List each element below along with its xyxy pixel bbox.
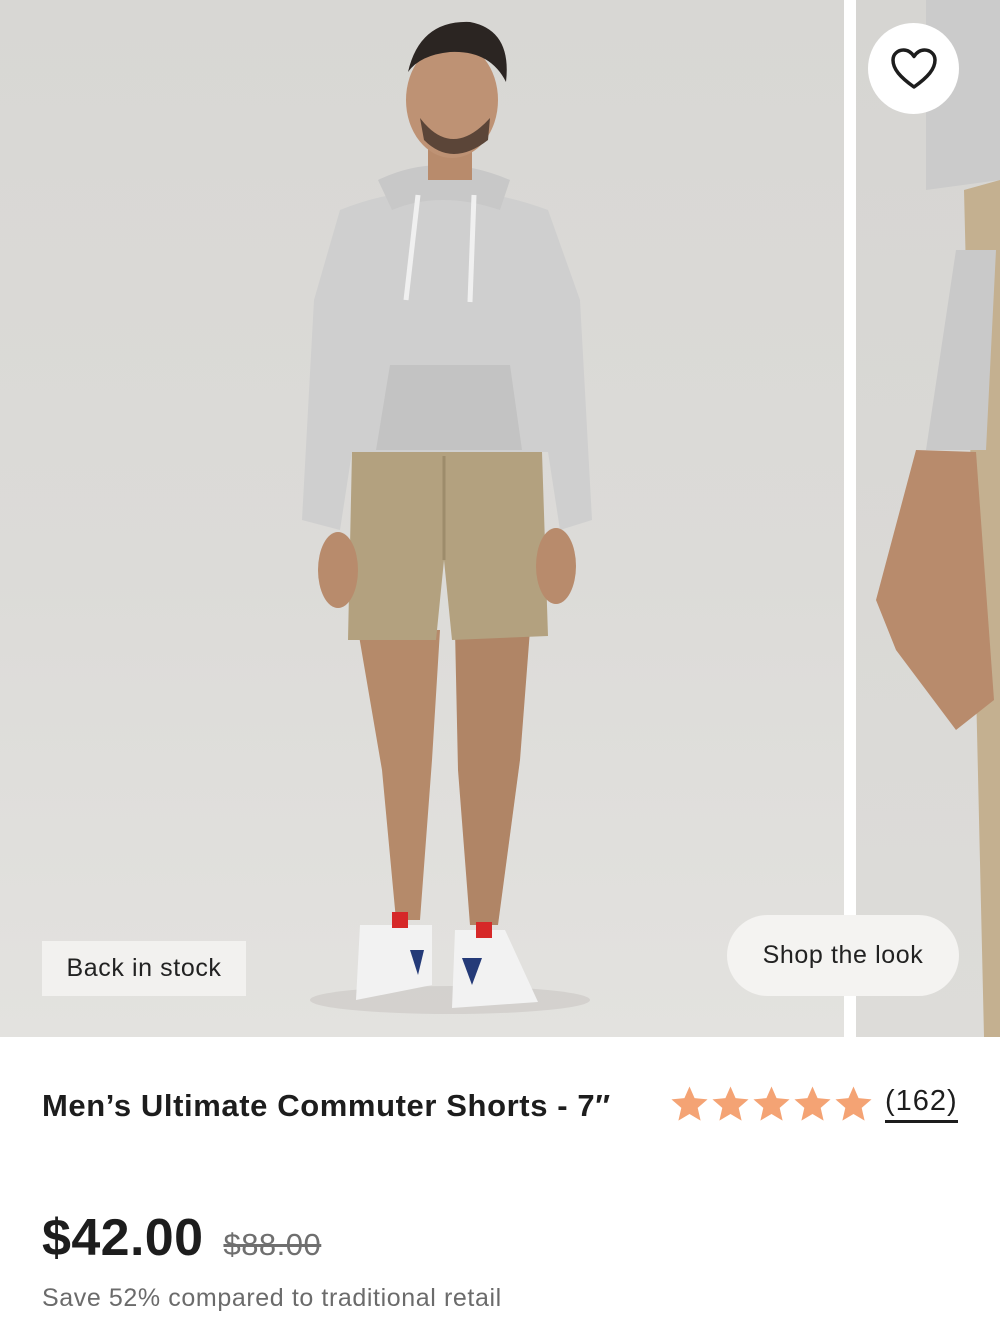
savings-note: Save 52% compared to traditional retail — [42, 1284, 502, 1312]
star-rating — [670, 1085, 873, 1123]
original-price: $88.00 — [223, 1227, 322, 1262]
star-icon — [835, 1085, 872, 1121]
product-photo-main[interactable] — [0, 0, 844, 1037]
product-rating[interactable]: (162) — [670, 1084, 958, 1123]
star-icon — [794, 1085, 831, 1121]
review-count-link[interactable]: (162) — [885, 1084, 958, 1123]
shop-the-look-button[interactable]: Shop the look — [727, 915, 959, 996]
product-title: Men’s Ultimate Commuter Shorts - 7″ — [42, 1088, 611, 1123]
price-row: $42.00 $88.00 — [42, 1208, 321, 1268]
heart-icon — [890, 47, 937, 89]
favorite-button[interactable] — [868, 23, 959, 114]
back-in-stock-badge: Back in stock — [42, 941, 246, 996]
product-image-gallery[interactable]: Back in stock Shop the look — [0, 0, 1000, 1037]
model-photo-partial — [876, 0, 1000, 1037]
product-photo-next[interactable] — [856, 0, 1000, 1037]
star-icon — [671, 1085, 708, 1121]
star-icon — [712, 1085, 749, 1121]
model-photo — [302, 21, 592, 1014]
sale-price: $42.00 — [42, 1209, 204, 1267]
star-icon — [753, 1085, 790, 1121]
